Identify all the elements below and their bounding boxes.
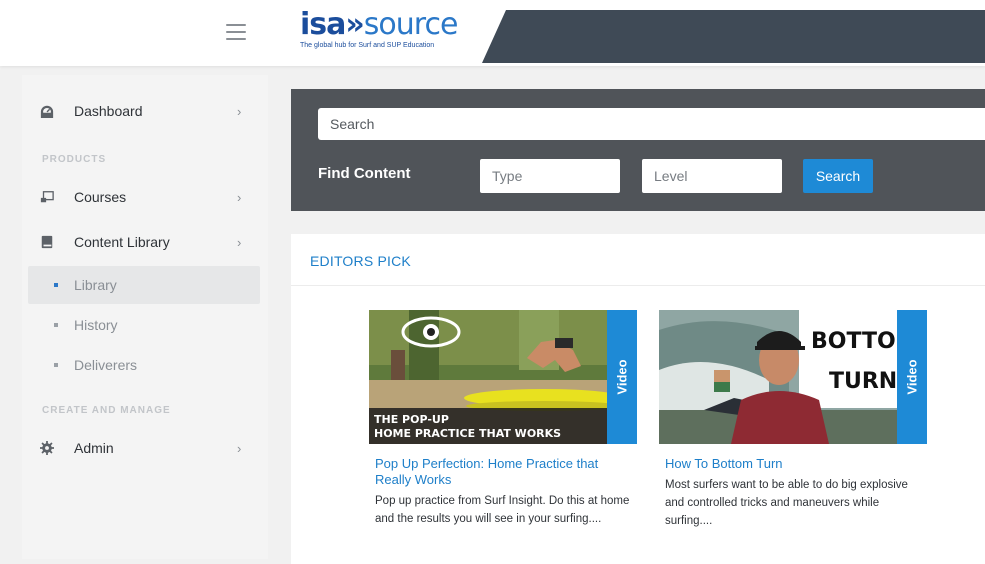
hamburger-menu-icon[interactable] xyxy=(226,24,246,40)
video-thumbnail[interactable]: THE POP-UP HOME PRACTICE THAT WORKS Vide… xyxy=(369,310,637,444)
dashboard-gauge-icon xyxy=(40,105,54,118)
bullet-icon xyxy=(54,363,58,367)
level-filter-input[interactable] xyxy=(642,159,782,193)
sidebar-item-courses[interactable]: Courses › xyxy=(22,177,268,217)
section-title-create-manage: CREATE AND MANAGE xyxy=(42,405,171,416)
svg-text:HOME PRACTICE THAT WORKS: HOME PRACTICE THAT WORKS xyxy=(374,427,561,440)
video-thumbnail[interactable]: BOTTO TURN Video xyxy=(659,310,927,444)
sidebar-item-content-library[interactable]: Content Library › xyxy=(22,222,268,262)
editors-pick-title: EDITORS PICK xyxy=(310,253,411,269)
top-header: isa»source The global hub for Surf and S… xyxy=(0,0,985,66)
sidebar-subitem-history[interactable]: History xyxy=(28,306,260,344)
search-input[interactable] xyxy=(318,108,985,140)
card-description: Most surfers want to be able to do big e… xyxy=(665,479,908,527)
chevron-right-icon: › xyxy=(237,440,242,456)
type-filter-input[interactable] xyxy=(480,159,620,193)
chevron-right-icon: › xyxy=(237,189,242,205)
content-card: BOTTO TURN Video How To Bottom Turn Most… xyxy=(659,310,927,530)
svg-text:BOTTO: BOTTO xyxy=(811,329,896,354)
bullet-icon xyxy=(54,283,58,287)
card-description: Pop up practice from Surf Insight. Do th… xyxy=(375,495,630,525)
svg-text:TURN: TURN xyxy=(829,369,897,394)
svg-text:THE POP-UP: THE POP-UP xyxy=(374,413,449,426)
section-title-products: PRODUCTS xyxy=(42,154,107,165)
logo-tagline: The global hub for Surf and SUP Educatio… xyxy=(300,42,435,49)
thumbnail-image: THE POP-UP HOME PRACTICE THAT WORKS xyxy=(369,310,637,444)
divider xyxy=(291,285,985,286)
sidebar-subitem-deliverers[interactable]: Deliverers xyxy=(28,346,260,384)
find-content-label: Find Content xyxy=(318,165,411,182)
chevron-right-icon: › xyxy=(237,103,242,119)
sidebar-item-admin[interactable]: Admin › xyxy=(22,428,268,468)
card-title-link[interactable]: How To Bottom Turn xyxy=(665,456,927,472)
courses-board-icon xyxy=(40,191,54,203)
video-tag: Video xyxy=(607,310,637,444)
gear-icon xyxy=(40,441,54,455)
header-dark-banner xyxy=(482,10,985,63)
bullet-icon xyxy=(54,323,58,327)
thumbnail-image: BOTTO TURN xyxy=(659,310,927,444)
video-tag: Video xyxy=(897,310,927,444)
search-button[interactable]: Search xyxy=(803,159,873,193)
sidebar: Dashboard › PRODUCTS Courses › Content L… xyxy=(22,75,268,559)
chevron-right-icon: › xyxy=(237,234,242,250)
content-card: THE POP-UP HOME PRACTICE THAT WORKS Vide… xyxy=(369,310,637,528)
site-logo[interactable]: isa»source The global hub for Surf and S… xyxy=(300,10,458,50)
book-icon xyxy=(41,235,53,249)
card-title-link[interactable]: Pop Up Perfection: Home Practice that Re… xyxy=(375,456,637,488)
sidebar-item-dashboard[interactable]: Dashboard › xyxy=(22,91,268,131)
sidebar-subitem-library[interactable]: Library xyxy=(28,266,260,304)
